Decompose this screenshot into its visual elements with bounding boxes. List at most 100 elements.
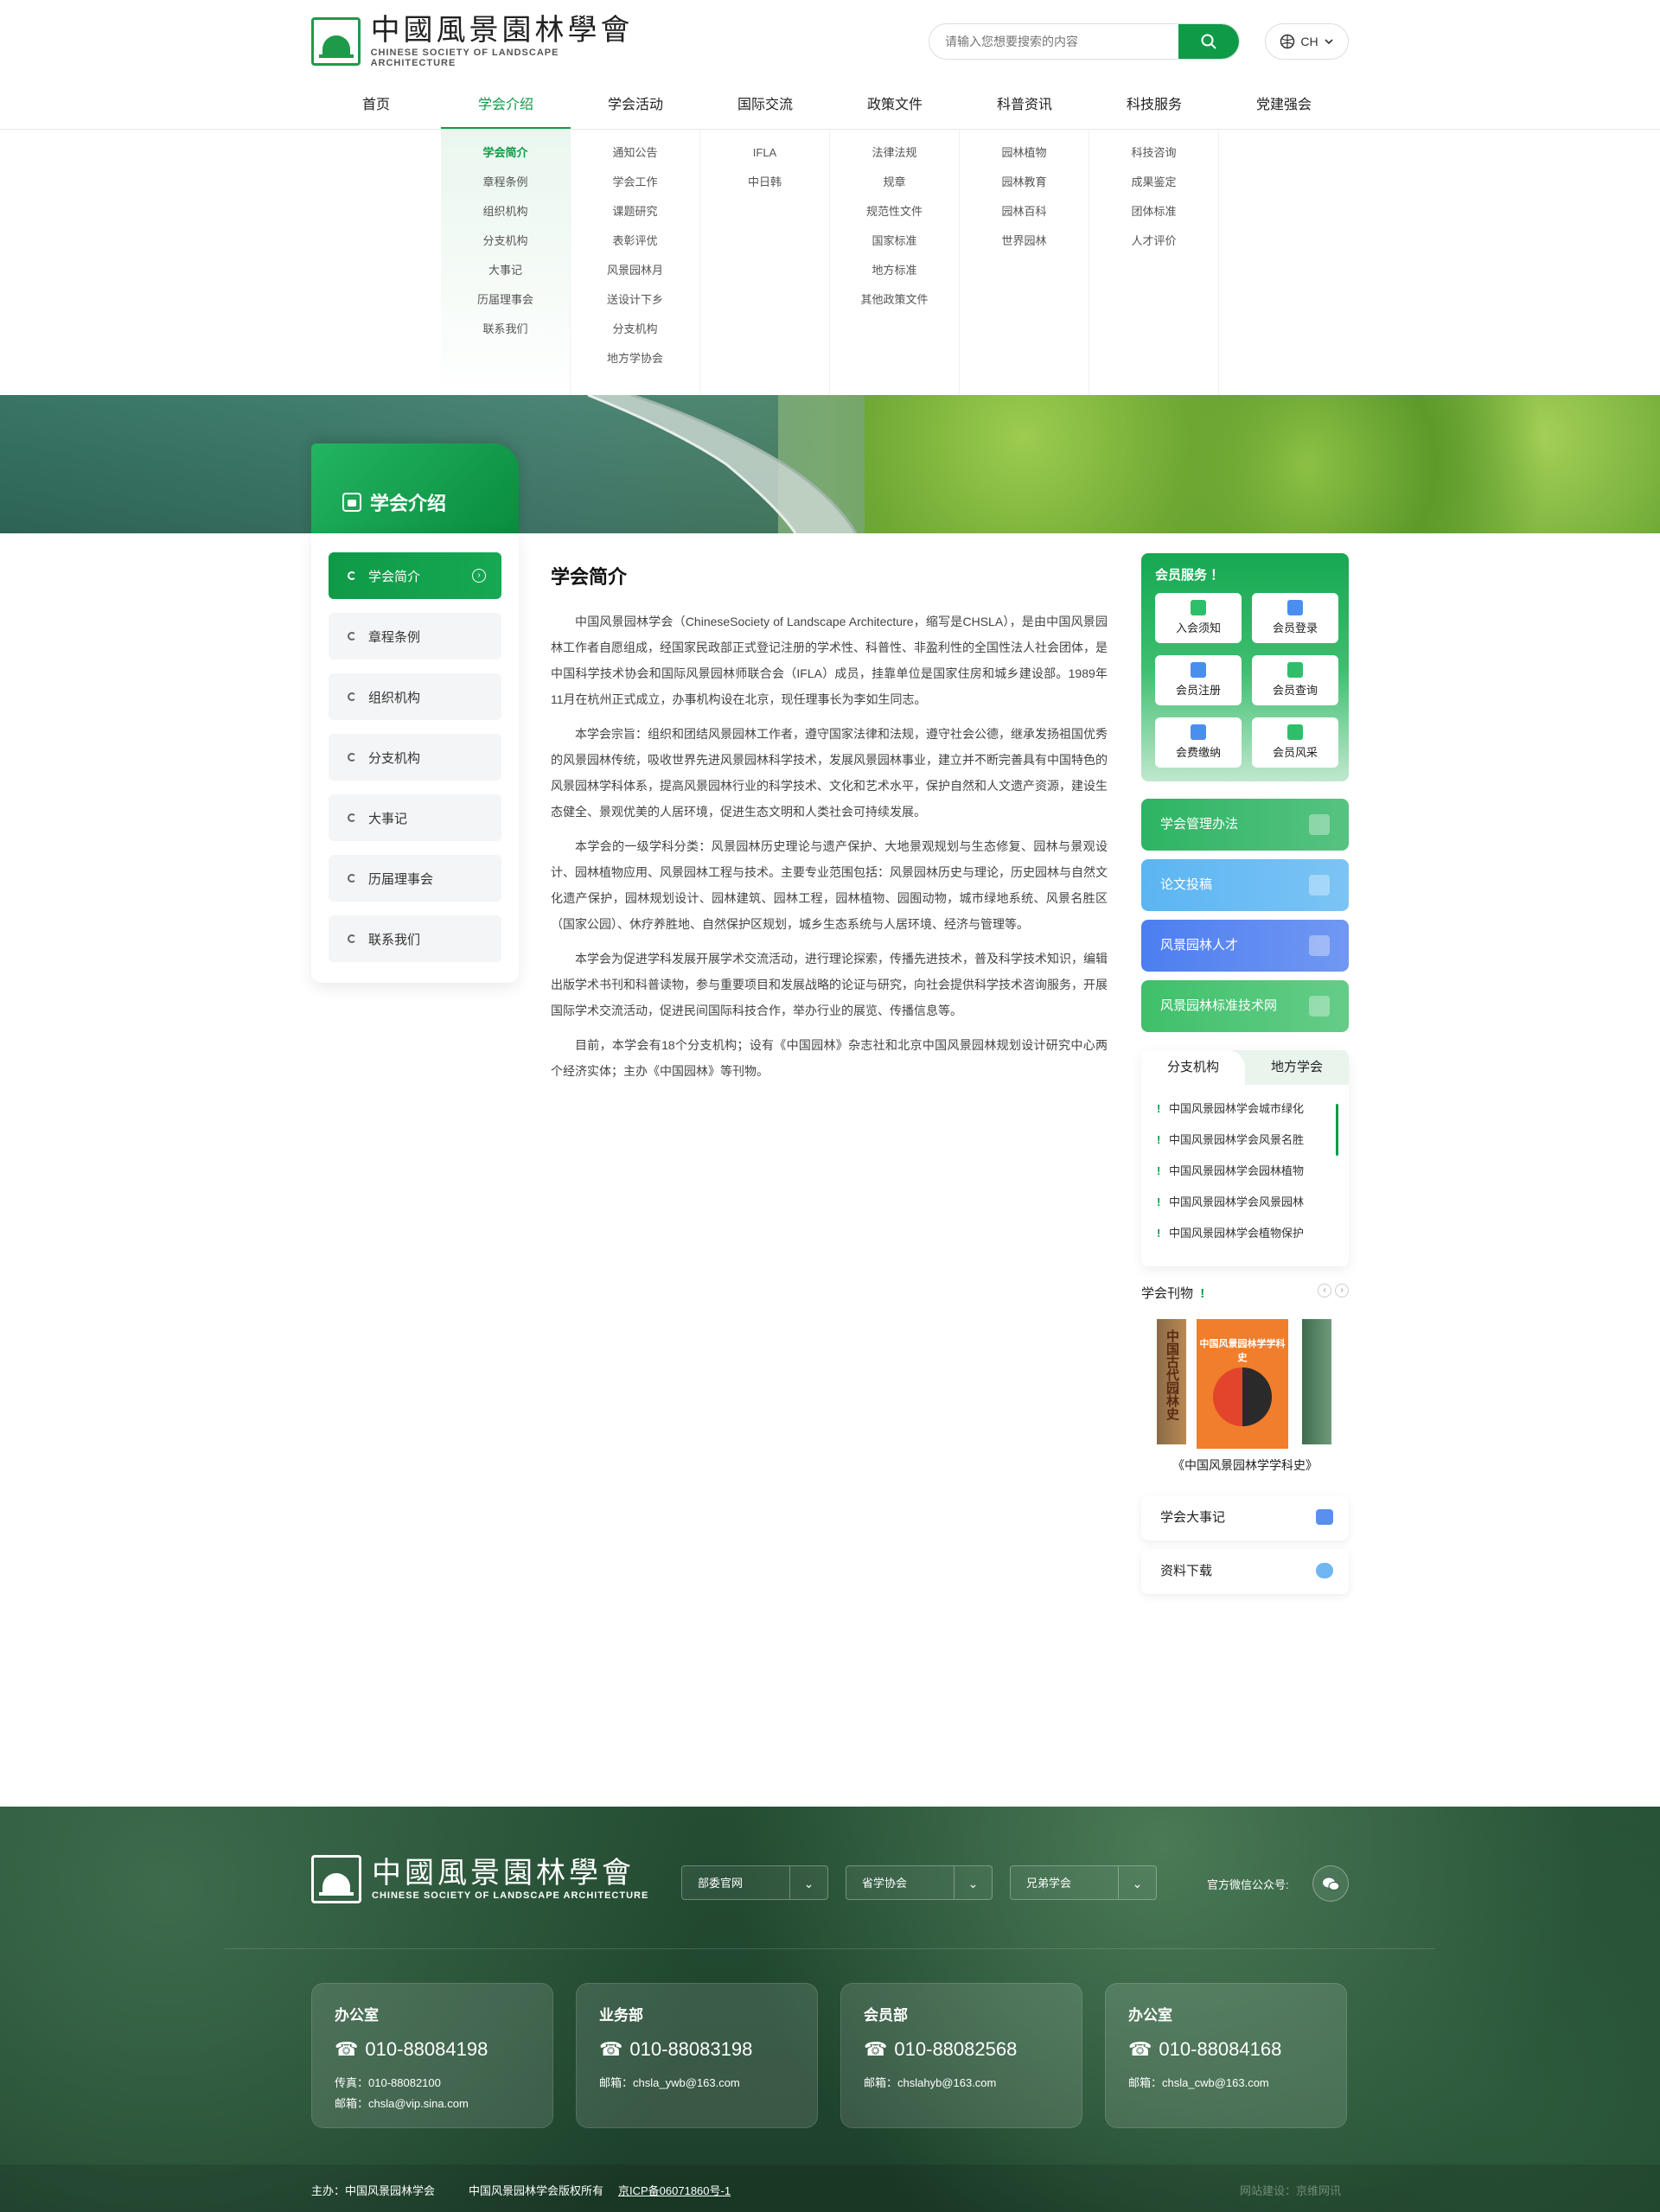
footer-logo[interactable]: 中國風景園林學會 CHINESE SOCIETY OF LANDSCAPE AR… [311,1855,648,1903]
events-link[interactable]: 学会大事记 [1141,1495,1349,1540]
calendar-icon [1316,1509,1333,1525]
dropdown-item[interactable]: 世界园林 [960,226,1089,256]
dropdown-item[interactable]: 地方学协会 [571,344,699,373]
dropdown-item[interactable]: 规范性文件 [830,197,959,226]
sidebar-item[interactable]: 组织机构 [329,673,501,720]
member-service-button[interactable]: 会员查询 [1252,655,1338,705]
sidebar-item[interactable]: 大事记 [329,794,501,841]
member-service-button[interactable]: 会员风采 [1252,717,1338,768]
nav-item[interactable]: 学会介绍 [441,86,571,130]
search-button[interactable] [1178,24,1239,59]
journals-next-button[interactable]: › [1335,1284,1349,1297]
article-paragraph: 本学会的一级学科分类：风景园林历史理论与遗产保护、大地景观规划与生态修复、园林与… [551,839,1108,931]
dropdown-item[interactable]: 科技咨询 [1089,138,1218,168]
sidebar-item[interactable]: 历届理事会 [329,855,501,902]
contact-phone[interactable]: 010-88082568 [894,2038,1017,2061]
branch-list-item[interactable]: 中国风景园林学会城市绿化 [1141,1093,1333,1125]
nav-item[interactable]: 首页 [311,86,441,130]
dropdown-item[interactable]: 通知公告 [571,138,699,168]
sidebar-item[interactable]: 联系我们 [329,915,501,962]
contact-phone[interactable]: 010-88084168 [1159,2038,1281,2061]
dropdown-item[interactable]: 中日韩 [700,168,829,197]
language-switcher[interactable]: CH [1265,23,1349,60]
sidebar-item[interactable]: 章程条例 [329,613,501,660]
sister-societies-select[interactable]: 兄弟学会 ⌄ [1010,1865,1157,1900]
dropdown-item[interactable]: 学会简介 [441,138,570,168]
dropdown-item[interactable]: 学会工作 [571,168,699,197]
search-box [929,23,1240,60]
dropdown-item[interactable]: 课题研究 [571,197,699,226]
contact-phone[interactable]: 010-88083198 [629,2038,752,2061]
sidebar-item[interactable]: 分支机构 [329,734,501,781]
dropdown-item[interactable]: 大事记 [441,256,570,285]
dropdown-item[interactable]: IFLA [700,138,829,168]
sidebar-item[interactable]: 学会简介 › [329,552,501,599]
logo-emblem-icon [311,17,361,66]
dropdown-item[interactable]: 风景园林月 [571,256,699,285]
nav-item[interactable]: 党建强会 [1219,86,1349,130]
nav-item[interactable]: 学会活动 [571,86,700,130]
branch-scrollbar[interactable] [1336,1104,1338,1156]
nav-item[interactable]: 科技服务 [1089,86,1219,130]
dropdown-item[interactable]: 历届理事会 [441,285,570,315]
article-title: 学会简介 [551,566,628,588]
downloads-link[interactable]: 资料下载 [1141,1549,1349,1594]
sidebar-item-icon [348,632,356,641]
dropdown-item[interactable]: 章程条例 [441,168,570,197]
branch-list-item[interactable]: 中国风景园林学会风景名胜 [1141,1125,1333,1156]
member-service-button[interactable]: 会费缴纳 [1155,717,1242,768]
contact-title: 会员部 [864,2007,908,2024]
contact-line: 邮箱：chsla_ywb@163.com [599,2076,740,2089]
dropdown-item[interactable]: 团体标准 [1089,197,1218,226]
quick-link-button[interactable]: 风景园林标准技术网 [1141,980,1349,1032]
sidebar-item-label: 历届理事会 [368,871,434,887]
dropdown-item[interactable]: 分支机构 [571,315,699,344]
member-service-button[interactable]: 会员注册 [1155,655,1242,705]
dropdown-item[interactable]: 组织机构 [441,197,570,226]
dropdown-item[interactable]: 地方标准 [830,256,959,285]
quick-link-button[interactable]: 学会管理办法 [1141,799,1349,851]
chevron-right-icon: › [472,569,486,583]
member-service-button[interactable]: 会员登录 [1252,593,1338,643]
member-service-button[interactable]: 入会须知 [1155,593,1242,643]
journals-prev-button[interactable]: ‹ [1318,1284,1331,1297]
branch-list-item[interactable]: 中国风景园林学会植物保护 [1141,1218,1333,1249]
dropdown-item[interactable]: 其他政策文件 [830,285,959,315]
wechat-button[interactable] [1312,1865,1349,1902]
site-logo[interactable]: 中國風景園林學會 CHINESE SOCIETY OF LANDSCAPE AR… [311,15,640,68]
dropdown-item[interactable]: 人才评价 [1089,226,1218,256]
dropdown-item[interactable]: 法律法规 [830,138,959,168]
search-input[interactable] [929,24,1180,59]
tab-branch[interactable]: 分支机构 [1141,1050,1245,1085]
dropdown-item[interactable]: 表彰评优 [571,226,699,256]
quick-link-button[interactable]: 风景园林人才 [1141,920,1349,972]
dropdown-item[interactable]: 联系我们 [441,315,570,344]
quick-link-icon [1309,935,1330,956]
dropdown-item[interactable]: 园林植物 [960,138,1089,168]
dropdown-item[interactable]: 成果鉴定 [1089,168,1218,197]
quick-link-button[interactable]: 论文投稿 [1141,859,1349,911]
provincial-societies-select[interactable]: 省学协会 ⌄ [846,1865,993,1900]
contact-phone[interactable]: 010-88084198 [365,2038,488,2061]
branch-list-item[interactable]: 中国风景园林学会园林植物 [1141,1156,1333,1187]
dropdown-item[interactable]: 国家标准 [830,226,959,256]
icp-link[interactable]: 京ICP备06071860号-1 [618,2182,731,2198]
dropdown-item[interactable]: 园林教育 [960,168,1089,197]
dropdown-item[interactable]: 送设计下乡 [571,285,699,315]
nav-item[interactable]: 国际交流 [700,86,830,130]
branch-list-item[interactable]: 中国风景园林学会风景园林 [1141,1187,1333,1218]
main-nav: 首页 学会介绍 学会活动 国际交流 政策文件 科普资讯 科技服务 党建强会 [311,86,1349,130]
journal-cover-center[interactable]: 中国风景园林学学科史 [1197,1319,1288,1449]
journal-cover-left[interactable]: 中国古代园林史 [1157,1319,1186,1444]
tab-local-society[interactable]: 地方学会 [1245,1050,1349,1085]
ministry-sites-select[interactable]: 部委官网 ⌄ [681,1865,828,1900]
nav-item[interactable]: 科普资讯 [960,86,1089,130]
dropdown-item[interactable]: 分支机构 [441,226,570,256]
nav-item[interactable]: 政策文件 [830,86,960,130]
quick-link-icon [1309,814,1330,835]
site-footer: 中國風景園林學會 CHINESE SOCIETY OF LANDSCAPE AR… [0,1807,1660,2212]
dropdown-item[interactable]: 规章 [830,168,959,197]
footer-credit[interactable]: 网站建设：京维网讯 [1240,2182,1341,2198]
dropdown-item[interactable]: 园林百科 [960,197,1089,226]
journal-cover-right[interactable] [1302,1319,1331,1444]
